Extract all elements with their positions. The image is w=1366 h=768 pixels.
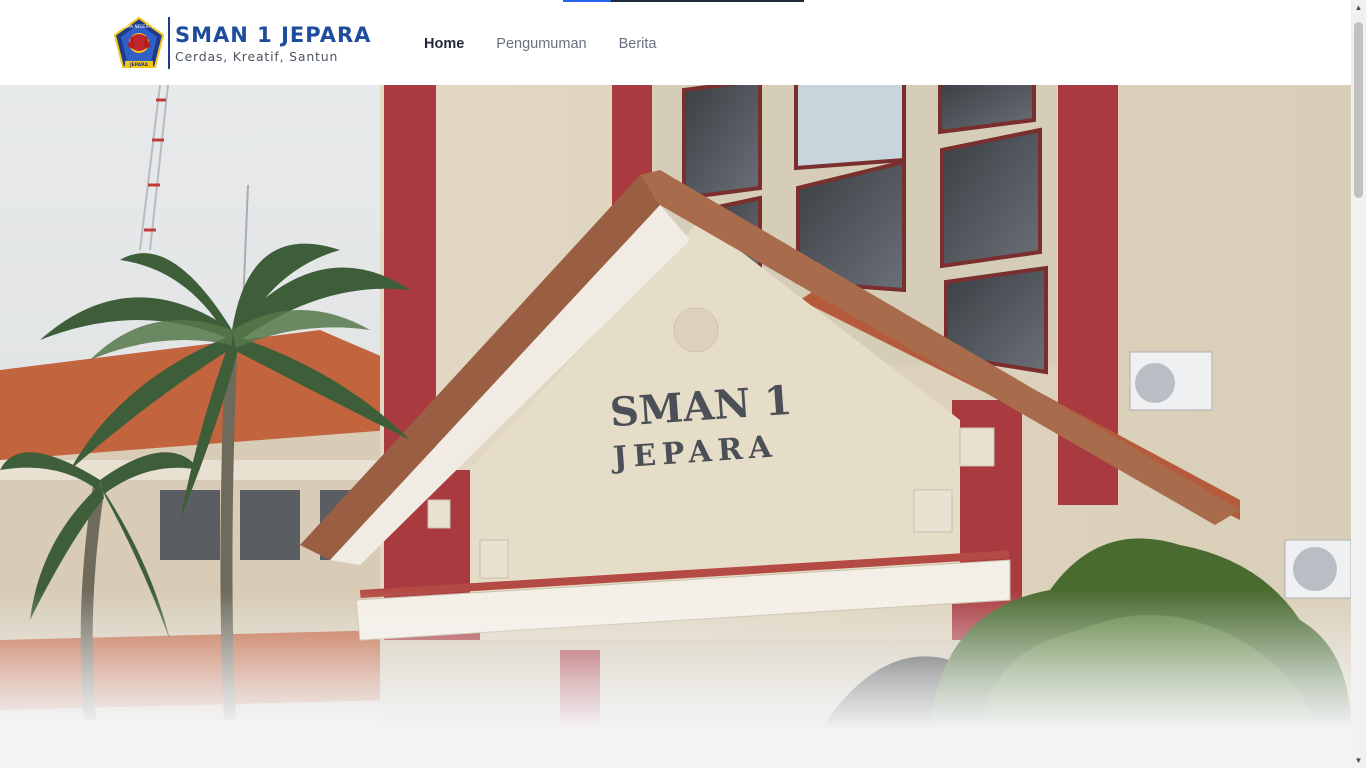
nav-item-berita[interactable]: Berita [619, 36, 657, 52]
site-header: SMA NEGERI 1 JEPARA SMAN 1 JEPARA Cerdas… [0, 0, 1351, 85]
page-scrollbar[interactable]: ▲ ▼ [1351, 0, 1366, 768]
scrollbar-thumb[interactable] [1354, 22, 1363, 198]
emblem-top-text: SMA NEGERI 1 [125, 24, 154, 29]
nav-item-home[interactable]: Home [424, 36, 464, 52]
logo-divider [168, 17, 170, 69]
nav-item-pengumuman[interactable]: Pengumuman [496, 36, 586, 52]
school-emblem-icon: SMA NEGERI 1 JEPARA [113, 16, 165, 68]
emblem-bottom-text: JEPARA [129, 62, 149, 68]
scroll-down-arrow-icon[interactable]: ▼ [1351, 753, 1366, 768]
top-loading-bar [563, 0, 804, 2]
main-nav: Home Pengumuman Berita [424, 36, 656, 52]
school-name: SMAN 1 JEPARA [175, 22, 372, 47]
hero-bottom-fade [0, 590, 1351, 730]
hero-banner: SMAN 1 JEPARA [0, 85, 1351, 730]
school-tagline: Cerdas, Kreatif, Santun [175, 48, 339, 64]
scroll-up-arrow-icon[interactable]: ▲ [1351, 0, 1366, 15]
site-logo[interactable]: SMA NEGERI 1 JEPARA SMAN 1 JEPARA Cerdas… [113, 16, 371, 70]
